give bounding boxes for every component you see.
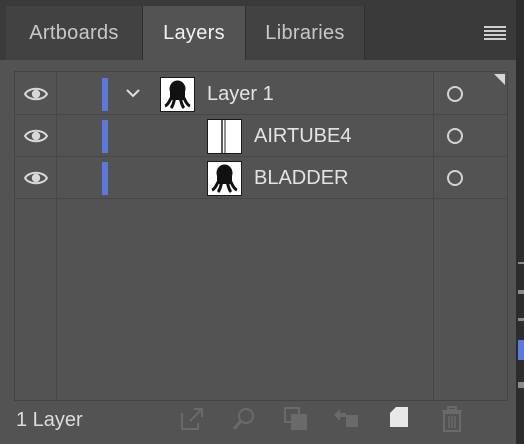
octopus-icon bbox=[164, 80, 191, 110]
eye-icon[interactable] bbox=[24, 128, 48, 144]
sublayer-thumbnail bbox=[207, 119, 242, 154]
target-circle-icon[interactable] bbox=[447, 128, 463, 144]
new-layer-icon[interactable] bbox=[386, 405, 414, 433]
layer-color-swatch bbox=[102, 78, 108, 111]
sublayer-name[interactable]: BLADDER bbox=[254, 158, 348, 199]
layer-row-layer-1[interactable]: Layer 1 bbox=[15, 74, 507, 115]
layer-count-label: 1 Layer bbox=[16, 409, 83, 431]
panel-tab-bar: Artboards Layers Libraries bbox=[0, 0, 516, 60]
hamburger-icon[interactable] bbox=[484, 26, 506, 40]
target-circle-icon[interactable] bbox=[447, 170, 463, 186]
sublayer-thumbnail bbox=[207, 161, 242, 196]
layer-name[interactable]: Layer 1 bbox=[207, 74, 274, 115]
chevron-down-icon[interactable] bbox=[125, 86, 141, 100]
background-edge bbox=[516, 0, 524, 444]
layer-color-swatch bbox=[102, 162, 108, 195]
search-icon[interactable] bbox=[230, 405, 258, 433]
clipping-mask-icon[interactable] bbox=[282, 405, 310, 433]
eye-icon[interactable] bbox=[24, 170, 48, 186]
export-icon[interactable] bbox=[178, 405, 206, 433]
layers-list: Layer 1 AIRTUBE4 BLADDER bbox=[14, 71, 508, 401]
eye-icon[interactable] bbox=[24, 86, 48, 102]
layer-row-airtube4[interactable]: AIRTUBE4 bbox=[15, 116, 507, 157]
tab-libraries[interactable]: Libraries bbox=[246, 6, 364, 60]
target-circle-icon[interactable] bbox=[447, 86, 463, 102]
move-selection-icon[interactable] bbox=[332, 405, 360, 433]
layer-color-swatch bbox=[102, 120, 108, 153]
tab-layers[interactable]: Layers bbox=[143, 6, 245, 60]
trash-icon[interactable] bbox=[438, 405, 466, 433]
sublayer-name[interactable]: AIRTUBE4 bbox=[254, 116, 351, 157]
layer-thumbnail bbox=[160, 77, 195, 112]
layer-row-bladder[interactable]: BLADDER bbox=[15, 158, 507, 199]
octopus-icon bbox=[211, 164, 238, 194]
tab-artboards[interactable]: Artboards bbox=[6, 6, 142, 60]
tube-lines-icon bbox=[221, 120, 226, 153]
